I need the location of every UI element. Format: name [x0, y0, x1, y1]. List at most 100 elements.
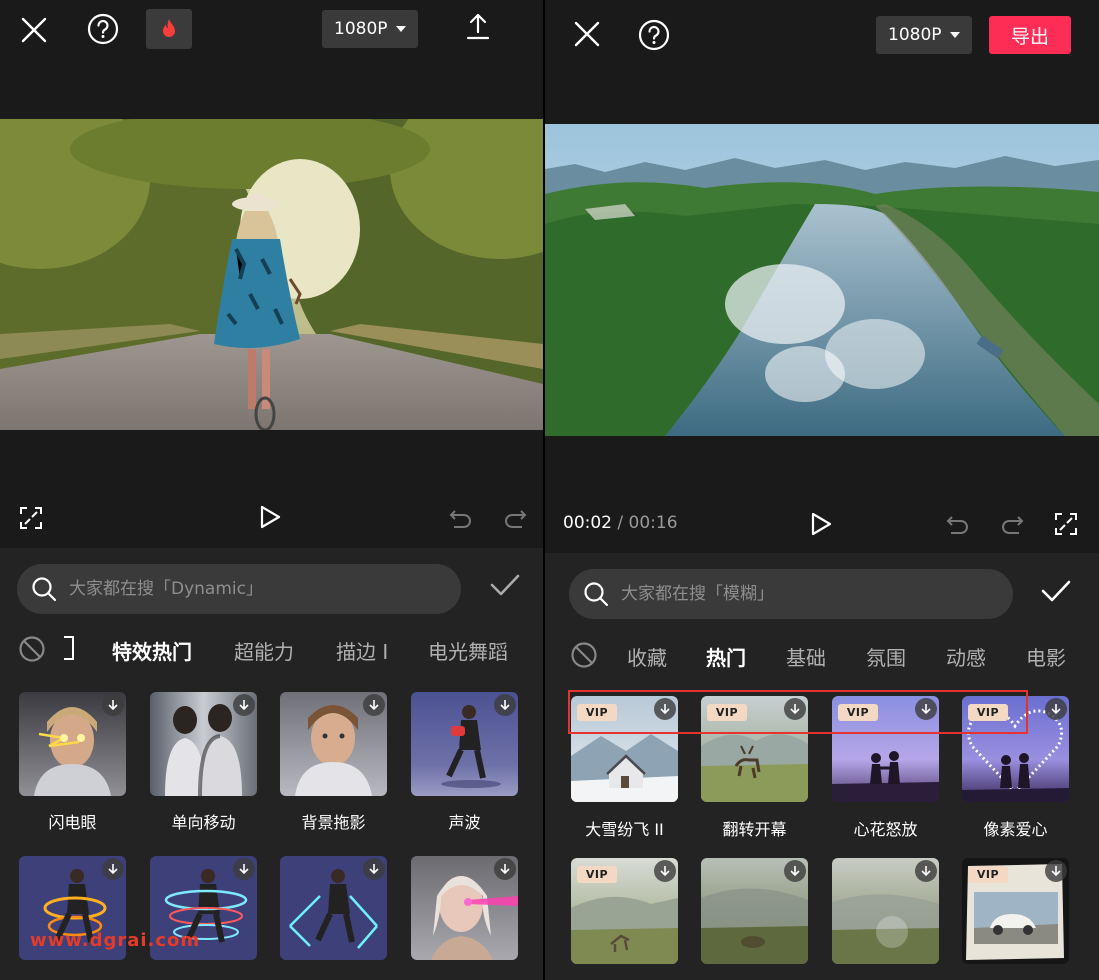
effect-thumbnail [280, 856, 387, 960]
download-icon[interactable] [233, 858, 255, 880]
close-icon[interactable] [571, 18, 603, 50]
effect-item[interactable] [19, 856, 126, 980]
effect-item[interactable] [701, 858, 808, 978]
playback-controls: 00:02 / 00:16 [545, 498, 1099, 548]
undo-icon[interactable] [945, 511, 971, 537]
effect-item[interactable]: VIP 心花怒放 [832, 696, 939, 839]
effect-label: 大雪纷飞 II [585, 820, 664, 839]
effect-item[interactable]: VIP [571, 858, 678, 978]
help-icon[interactable] [86, 12, 120, 46]
download-icon[interactable] [233, 694, 255, 716]
fullscreen-icon[interactable] [18, 505, 44, 531]
download-icon[interactable] [1045, 698, 1067, 720]
effect-item[interactable] [280, 856, 387, 980]
vip-badge: VIP [577, 704, 617, 721]
effect-item[interactable]: 背景拖影 [280, 692, 387, 832]
download-icon[interactable] [102, 858, 124, 880]
no-effect-icon[interactable] [570, 641, 598, 674]
upload-icon[interactable] [462, 10, 494, 42]
close-icon[interactable] [18, 14, 50, 46]
download-icon[interactable] [784, 860, 806, 882]
effect-item[interactable]: 单向移动 [150, 692, 257, 832]
download-icon[interactable] [915, 860, 937, 882]
caret-down-icon [949, 32, 960, 38]
watermark-text: www.dgrai.com [30, 930, 201, 951]
vip-badge: VIP [968, 704, 1008, 721]
effect-item[interactable] [411, 856, 518, 980]
effect-item[interactable]: 声波 [411, 692, 518, 832]
effect-thumbnail [150, 692, 257, 796]
resolution-select[interactable]: 1080P [876, 16, 972, 54]
fullscreen-icon[interactable] [1053, 511, 1079, 537]
search-bar[interactable] [17, 564, 461, 614]
download-icon[interactable] [363, 694, 385, 716]
current-time: 00:02 [563, 513, 612, 533]
tab-basic[interactable]: 基础 [786, 642, 826, 671]
search-input[interactable] [69, 579, 399, 599]
tab-outline[interactable]: 描边 I [336, 636, 388, 665]
undo-icon[interactable] [448, 505, 474, 531]
vip-badge: VIP [838, 704, 878, 721]
tab-superpower[interactable]: 超能力 [234, 636, 294, 665]
confirm-check-icon[interactable] [1041, 580, 1071, 606]
video-preview[interactable] [545, 124, 1099, 436]
effect-item[interactable]: VIP 大雪纷飞 II [571, 696, 678, 839]
effect-thumbnail: VIP [832, 696, 939, 802]
effect-label: 声波 [448, 813, 481, 832]
tab-hot-effects[interactable]: 特效热门 [112, 636, 192, 665]
tab-atmosphere[interactable]: 氛围 [866, 642, 906, 671]
effect-thumbnail [832, 858, 939, 964]
effect-item[interactable] [150, 856, 257, 980]
no-effect-icon[interactable] [18, 635, 46, 668]
search-input[interactable] [621, 584, 951, 604]
tab-movie[interactable]: 电影 [1026, 642, 1066, 671]
effect-item[interactable]: VIP 翻转开幕 [701, 696, 808, 839]
video-preview[interactable] [0, 119, 543, 430]
download-icon[interactable] [494, 858, 516, 880]
play-icon[interactable] [257, 503, 283, 531]
download-icon[interactable] [494, 694, 516, 716]
tab-favorites[interactable]: 收藏 [627, 642, 667, 671]
effect-thumbnail: VIP [701, 696, 808, 802]
redo-icon[interactable] [502, 505, 528, 531]
confirm-check-icon[interactable] [490, 574, 520, 600]
timecode: 00:02 / 00:16 [563, 513, 678, 533]
effect-label: 背景拖影 [301, 813, 366, 832]
effect-item[interactable]: 闪电眼 [19, 692, 126, 832]
hot-button[interactable] [146, 9, 192, 49]
effect-label: 心花怒放 [853, 820, 918, 839]
preview-image-cyclist [0, 119, 543, 430]
tab-electric-dance[interactable]: 电光舞蹈 [428, 636, 508, 665]
effect-item[interactable]: VIP [962, 858, 1069, 978]
redo-icon[interactable] [999, 511, 1025, 537]
search-icon [32, 577, 57, 602]
download-icon[interactable] [1045, 860, 1067, 882]
total-time: 00:16 [628, 513, 678, 533]
effect-label: 闪电眼 [48, 813, 97, 832]
download-icon[interactable] [654, 860, 676, 882]
tab-dynamic[interactable]: 动感 [946, 642, 986, 671]
search-icon [584, 582, 609, 607]
download-icon[interactable] [102, 694, 124, 716]
download-icon[interactable] [784, 698, 806, 720]
effect-item[interactable]: VIP 像素爱心 [962, 696, 1069, 839]
effect-label: 像素爱心 [983, 820, 1048, 839]
effect-label: 翻转开幕 [722, 820, 787, 839]
search-bar[interactable] [569, 569, 1013, 619]
effect-item[interactable] [832, 858, 939, 978]
playback-controls [0, 495, 543, 545]
export-button[interactable]: 导出 [989, 16, 1071, 54]
left-editor-panel: 1080P 大家都在搜「Dynamic」 特效热门 超能力 描边 I 电光舞蹈 … [0, 0, 543, 980]
tab-hot[interactable]: 热门 [706, 642, 746, 671]
download-icon[interactable] [654, 698, 676, 720]
play-icon[interactable] [808, 510, 834, 538]
top-bar: 1080P [0, 0, 543, 70]
resolution-select[interactable]: 1080P [322, 10, 418, 48]
download-icon[interactable] [915, 698, 937, 720]
help-icon[interactable] [637, 18, 671, 52]
flame-icon [163, 19, 175, 37]
download-icon[interactable] [363, 858, 385, 880]
effect-thumbnail [411, 856, 518, 960]
effect-thumbnail: VIP [962, 858, 1069, 964]
effect-thumbnail [701, 858, 808, 964]
